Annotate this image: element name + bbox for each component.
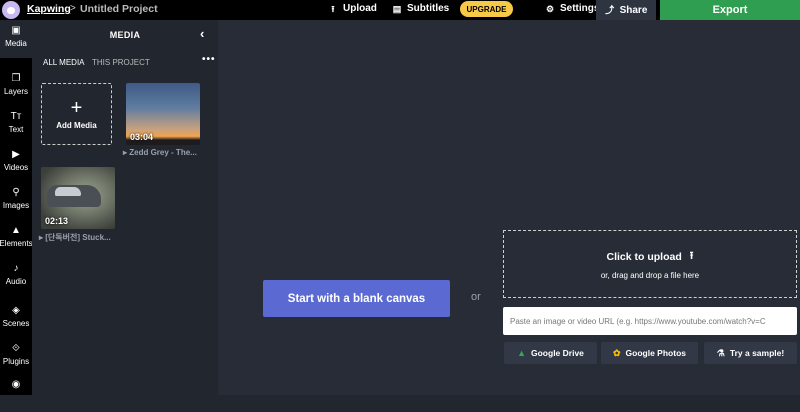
workspace [218,20,800,395]
sidebar-item-label: Media [5,39,27,48]
settings-button[interactable]: ⚙ Settings [545,3,600,14]
upload-label: Upload [343,3,377,14]
plugins-icon: ⟐ [12,343,20,354]
export-button[interactable]: Export [660,0,800,20]
sidebar-item-layers[interactable]: ❐ Layers [0,68,32,106]
sidebar-item-scenes[interactable]: ◈ Scenes [0,300,32,338]
upload-dropzone[interactable]: Click to upload ⭱ or, drag and drop a fi… [503,230,797,298]
top-bar: Kapwing > Untitled Project ⭱ Upload ▤ Su… [0,0,800,20]
sidebar-item-more[interactable]: ◉ [0,374,32,412]
breadcrumb-separator: > [70,3,76,14]
sidebar-item-audio[interactable]: ♪ Audio [0,258,32,296]
share-icon: ⤴ [605,5,615,15]
sidebar-item-label: Plugins [2,357,30,366]
url-input[interactable] [503,307,797,335]
add-media-button[interactable]: + Add Media [41,83,112,145]
settings-label: Settings [560,3,600,14]
sidebar-item-images[interactable]: ⚲ Images [0,182,32,220]
media-duration: 02:13 [45,216,69,226]
try-sample-label: Try a sample! [729,348,785,358]
kapwing-logo-icon[interactable] [2,1,20,19]
subtitles-icon: ▤ [392,3,402,14]
subtitles-label: Subtitles [407,3,450,14]
share-label: Share [619,4,648,16]
sidebar-item-label: Audio [5,277,27,286]
or-label: or [471,291,481,303]
panel-title: MEDIA [109,30,141,40]
upgrade-button[interactable]: UPGRADE [460,1,513,17]
sidebar-item-label: Videos [3,163,29,172]
google-drive-label: Google Drive [531,348,584,358]
left-nav: ▣ Media ❐ Layers Tт Text ▶ Videos ⚲ Imag… [0,20,33,395]
plus-icon: + [70,96,83,119]
text-icon: Tт [10,111,22,122]
media-title-text: [단독버전] Stuck... [45,233,111,242]
elements-icon: ▲ [11,225,21,236]
layers-icon: ❐ [11,73,21,84]
media-title[interactable]: ▸ Zedd Grey - The... [123,148,197,157]
sidebar-item-media[interactable]: ▣ Media [0,20,32,58]
sidebar-item-label: Images [2,201,30,210]
media-duration: 03:04 [130,132,154,142]
sidebar-item-elements[interactable]: ▲ Elements [0,220,33,258]
sidebar-item-text[interactable]: Tт Text [0,106,32,144]
collapse-panel-icon[interactable]: ‹ [200,26,204,41]
scenes-icon: ◈ [12,305,20,316]
media-icon: ▣ [11,25,21,36]
add-media-label: Add Media [56,120,97,130]
upload-subtitle: or, drag and drop a file here [600,271,700,280]
flask-icon: ⚗ [716,347,725,358]
audio-icon: ♪ [13,263,19,274]
google-drive-icon: ▲ [517,348,526,358]
sidebar-item-label: Text [8,125,24,134]
upload-title-text: Click to upload [606,251,682,263]
google-photos-label: Google Photos [625,348,686,358]
tab-all-media[interactable]: ALL MEDIA [43,58,85,67]
sidebar-item-label: Layers [3,87,28,96]
sidebar-item-label: Scenes [2,319,30,328]
google-photos-icon: ✿ [613,347,621,358]
sidebar-item-label: Elements [0,239,33,248]
car-window [55,187,81,196]
media-title[interactable]: ▸ [단독버전] Stuck... [39,232,111,243]
images-icon: ⚲ [12,187,20,198]
record-icon: ◉ [11,379,21,390]
media-thumbnail[interactable]: 02:13 [41,167,115,229]
media-panel: MEDIA ‹ ALL MEDIA THIS PROJECT ••• + Add… [32,20,218,395]
videos-icon: ▶ [12,149,20,160]
upload-icon: ⭱ [331,3,335,14]
gear-icon: ⚙ [545,3,555,14]
project-title[interactable]: Untitled Project [80,3,158,15]
subtitles-button[interactable]: ▤ Subtitles [392,3,450,14]
media-thumbnail[interactable]: 03:04 [126,83,200,145]
sidebar-item-videos[interactable]: ▶ Videos [0,144,32,182]
try-sample-button[interactable]: ⚗ Try a sample! [704,342,797,364]
upload-icon: ⭱ [689,250,694,262]
google-photos-button[interactable]: ✿ Google Photos [601,342,698,364]
sidebar-item-plugins[interactable]: ⟐ Plugins [0,338,32,376]
media-title-text: Zedd Grey - The... [129,148,197,157]
blank-canvas-button[interactable]: Start with a blank canvas [263,280,450,317]
upload-title: Click to upload ⭱ [607,248,694,266]
upload-button[interactable]: ⭱ Upload [328,3,377,14]
more-options-icon[interactable]: ••• [202,54,216,65]
share-button[interactable]: ⤴ Share [596,0,656,20]
google-drive-button[interactable]: ▲ Google Drive [504,342,597,364]
brand-link[interactable]: Kapwing [27,3,71,15]
tab-this-project[interactable]: THIS PROJECT [92,58,150,67]
